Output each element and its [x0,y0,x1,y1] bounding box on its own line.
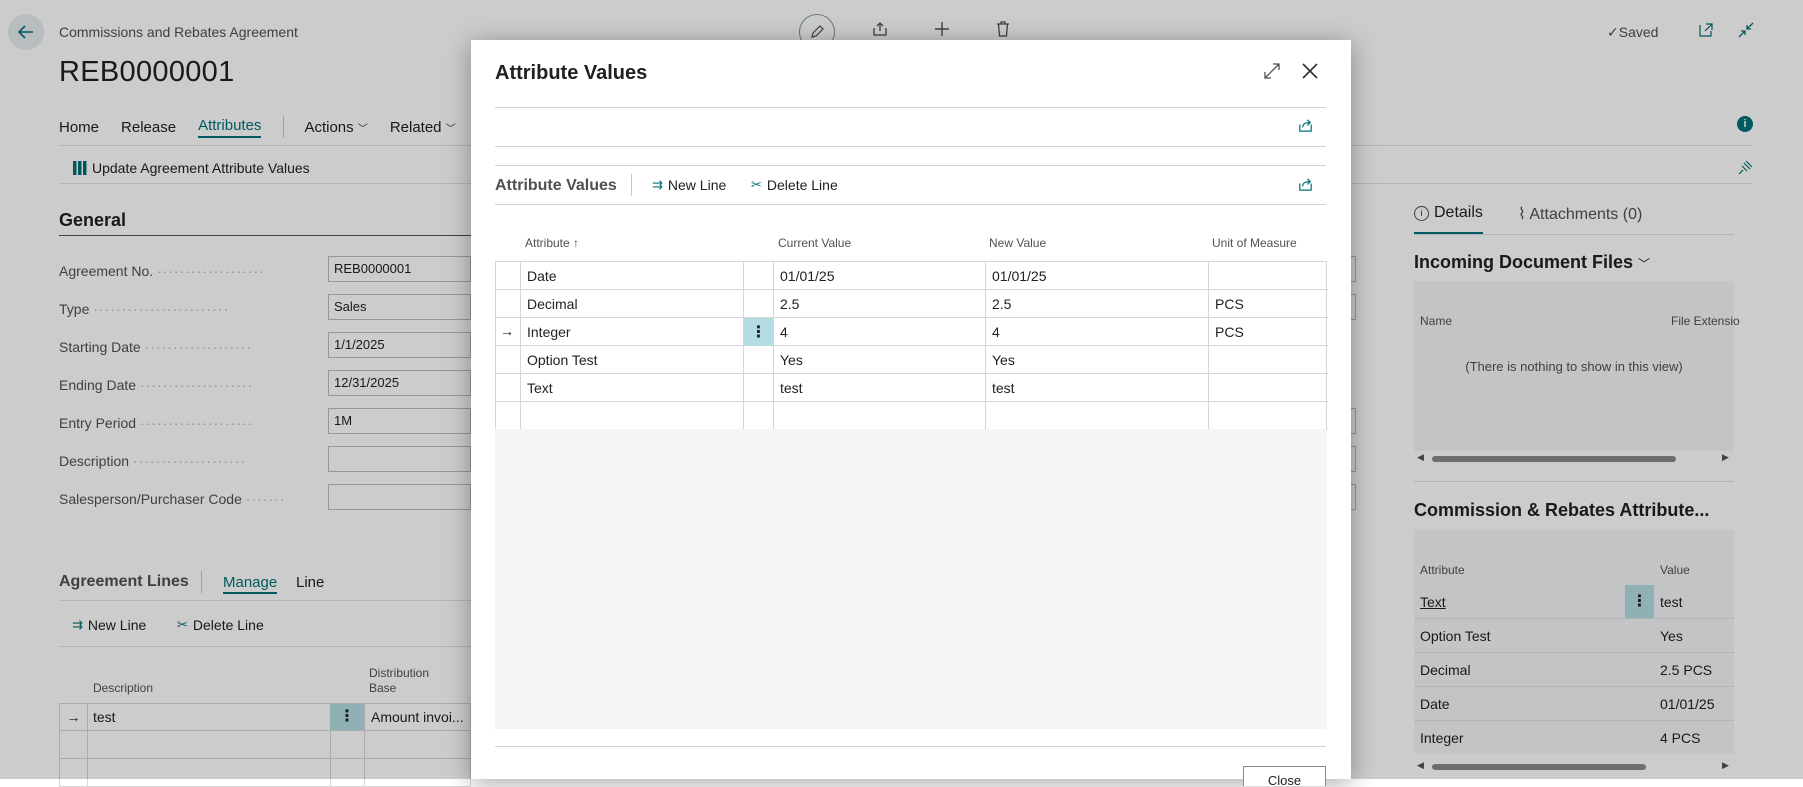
close-dialog-button[interactable] [1300,61,1320,84]
row-menu-cell[interactable] [743,402,773,430]
cell-attribute[interactable]: Integer [520,318,743,346]
table-row-selected[interactable]: → Integer ⋮ 4 4 PCS [496,318,1328,346]
header-share-button[interactable] [1297,117,1314,137]
table-row[interactable]: Decimal 2.5 2.5 PCS [496,290,1328,318]
cell-unit: PCS [1208,318,1328,346]
new-line-button[interactable]: ⇉ New Line [652,177,726,193]
row-indicator [496,290,520,318]
cell-attribute[interactable]: Option Test [520,346,743,374]
row-indicator [496,262,520,290]
delete-line-button[interactable]: ✂ Delete Line [751,177,838,193]
cell-current-value: 2.5 [773,290,985,318]
cell-attribute[interactable]: Decimal [520,290,743,318]
table-row[interactable]: Date 01/01/25 01/01/25 [496,262,1328,290]
cell-new-value[interactable]: Yes [985,346,1208,374]
share-icon [1299,119,1312,132]
expand-icon [1264,63,1280,79]
cell-unit [1208,262,1328,290]
cell-unit [1208,402,1328,430]
cell-new-value[interactable]: test [985,374,1208,402]
table-row-empty[interactable] [496,402,1328,430]
row-indicator [496,346,520,374]
dialog-title: Attribute Values [495,62,648,84]
cell-attribute[interactable]: Text [520,374,743,402]
attribute-values-dialog: Attribute Values Attribute Values ⇉ New L… [471,40,1351,786]
row-menu-cell[interactable] [743,262,773,290]
grid-empty-area [495,429,1327,729]
cell-current-value: Yes [773,346,985,374]
row-menu-icon[interactable]: ⋮ [743,318,773,346]
row-indicator [496,374,520,402]
cell-unit: PCS [1208,290,1328,318]
close-icon [1302,63,1318,79]
cell-current-value: 01/01/25 [773,262,985,290]
new-line-icon: ⇉ [652,177,663,192]
close-button[interactable]: Close [1243,766,1326,786]
col-new-value[interactable]: New Value [989,236,1046,250]
share-icon [1299,178,1312,191]
col-current-value[interactable]: Current Value [778,236,851,250]
row-menu-cell[interactable] [743,374,773,402]
expand-button[interactable] [1263,62,1281,83]
cell-current-value: 4 [773,318,985,346]
col-unit-of-measure[interactable]: Unit of Measure [1212,236,1297,250]
attribute-values-grid: Date 01/01/25 01/01/25 Decimal 2.5 2.5 P… [495,261,1328,430]
subpage-title: Attribute Values [495,177,617,194]
delete-line-icon: ✂ [751,177,762,192]
cell-attribute[interactable] [520,402,743,430]
cell-new-value[interactable]: 01/01/25 [985,262,1208,290]
row-menu-cell[interactable] [743,346,773,374]
cell-current-value: test [773,374,985,402]
cell-unit [1208,374,1328,402]
table-row[interactable]: Option Test Yes Yes [496,346,1328,374]
cell-attribute[interactable]: Date [520,262,743,290]
subpage-share-button[interactable] [1297,176,1314,196]
col-attribute[interactable]: Attribute ↑ [525,236,579,250]
row-menu-cell[interactable] [743,290,773,318]
table-row[interactable]: Text test test [496,374,1328,402]
sort-ascending-icon: ↑ [573,236,580,250]
cell-unit [1208,346,1328,374]
cell-new-value[interactable]: 2.5 [985,290,1208,318]
row-arrow-icon: → [500,323,514,339]
row-indicator [496,402,520,430]
grid-header: Attribute ↑ Current Value New Value Unit… [495,236,1327,256]
subpage-separator [631,174,632,196]
cell-new-value[interactable]: 4 [985,318,1208,346]
cell-new-value[interactable] [985,402,1208,430]
cell-current-value [773,402,985,430]
